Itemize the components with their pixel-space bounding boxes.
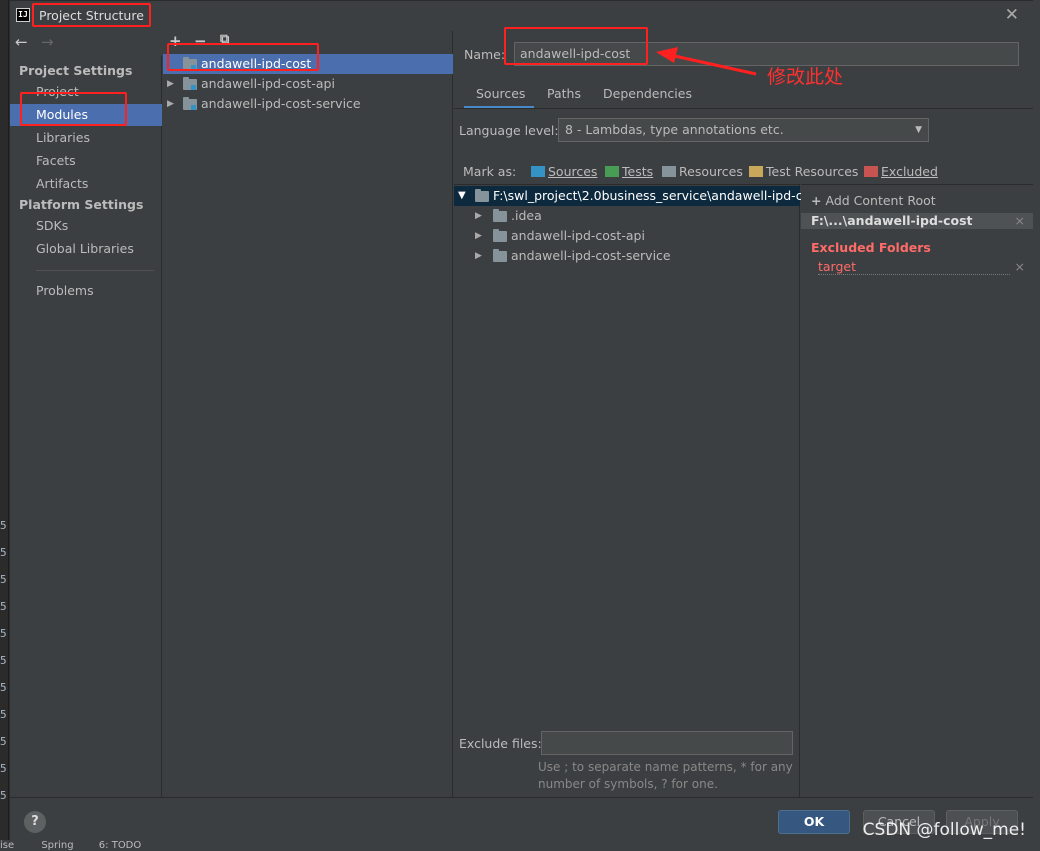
expand-arrow-icon[interactable]: ▶ — [167, 94, 174, 114]
nav-item-facets[interactable]: Facets — [10, 150, 162, 172]
folder-icon — [493, 209, 507, 222]
mark-as-label: Mark as: — [463, 164, 517, 179]
language-level-label: Language level: — [459, 123, 559, 138]
status-item-todo[interactable]: 6: TODO — [99, 840, 141, 851]
remove-excluded-icon[interactable]: × — [1015, 259, 1025, 274]
sources-folder-icon — [531, 166, 545, 177]
status-item[interactable]: ise — [0, 840, 14, 851]
intellij-app-icon: IJ — [16, 8, 30, 22]
resources-folder-icon — [662, 166, 676, 177]
nav-item-problems[interactable]: Problems — [10, 280, 162, 302]
folder-icon — [493, 229, 507, 242]
annotation-text: 修改此处 — [767, 66, 844, 88]
mark-test-resources-button[interactable]: Test Resources — [749, 164, 858, 179]
language-level-select[interactable]: 8 - Lambdas, type annotations etc. ▼ — [558, 118, 929, 142]
tab-dependencies[interactable]: Dependencies — [603, 83, 692, 109]
annotation-box-title — [32, 3, 151, 27]
collapse-arrow-icon[interactable]: ▼ — [458, 186, 466, 206]
folder-icon — [475, 189, 489, 202]
watermark: CSDN @follow_me! — [862, 820, 1026, 840]
gutter-line-number: 5 — [0, 762, 7, 775]
folder-name: andawell-ipd-cost-service — [511, 248, 671, 263]
gutter-line-number: 5 — [0, 627, 7, 640]
mark-tests-button[interactable]: Tests — [605, 164, 653, 179]
excluded-folder-item[interactable]: target — [818, 259, 1010, 275]
tab-sources[interactable]: Sources — [464, 83, 534, 109]
module-folder-icon — [183, 77, 197, 90]
platform-settings-heading: Platform Settings — [19, 197, 144, 212]
excluded-folders-heading: Excluded Folders — [811, 240, 931, 255]
expand-arrow-icon[interactable]: ▶ — [475, 206, 482, 226]
settings-nav: Project Settings Project Modules Librari… — [10, 56, 162, 797]
editor-scrollbar[interactable] — [1032, 0, 1040, 851]
excluded-folder-icon — [864, 166, 878, 177]
nav-item-libraries[interactable]: Libraries — [10, 127, 162, 149]
folder-name: .idea — [511, 208, 542, 223]
tests-folder-icon — [605, 166, 619, 177]
status-item-spring[interactable]: Spring — [41, 840, 73, 851]
nav-item-global-libraries[interactable]: Global Libraries — [10, 238, 162, 260]
project-settings-heading: Project Settings — [19, 63, 133, 78]
remove-root-icon[interactable]: × — [1015, 213, 1025, 229]
expand-arrow-icon[interactable]: ▶ — [475, 246, 482, 266]
gutter-line-number: 5 — [0, 681, 7, 694]
nav-divider — [36, 270, 154, 271]
chevron-down-icon: ▼ — [915, 125, 922, 135]
module-tree-row[interactable]: ▶ andawell-ipd-cost-api — [163, 74, 453, 94]
nav-item-artifacts[interactable]: Artifacts — [10, 173, 162, 195]
gutter-line-number: 5 — [0, 654, 7, 667]
module-folder-icon — [183, 97, 197, 110]
exclude-files-input[interactable] — [541, 731, 793, 755]
module-tree-panel: + − ⧉ andawell-ipd-cost ▶ andawell-ipd-c… — [163, 31, 453, 797]
content-root-row[interactable]: ▼ F:\swl_project\2.0business_service\and… — [454, 186, 822, 206]
folder-icon — [493, 249, 507, 262]
help-button[interactable]: ? — [24, 811, 46, 833]
gutter-line-number: 5 — [0, 708, 7, 721]
annotation-arrow-icon — [656, 47, 757, 76]
editor-gutter: 5 5 5 5 5 5 5 5 5 5 5 — [0, 0, 9, 851]
close-icon[interactable]: ✕ — [1005, 5, 1019, 25]
ok-button[interactable]: OK — [778, 810, 850, 834]
annotation-box-name — [504, 27, 648, 65]
content-tree: ▼ F:\swl_project\2.0business_service\and… — [454, 184, 822, 797]
nav-item-sdks[interactable]: SDKs — [10, 215, 162, 237]
expand-arrow-icon[interactable]: ▶ — [475, 226, 482, 246]
mark-excluded-button[interactable]: Excluded — [864, 164, 938, 179]
gutter-line-number: 5 — [0, 573, 7, 586]
mark-resources-button[interactable]: Resources — [662, 164, 743, 179]
gutter-line-number: 5 — [0, 735, 7, 748]
back-arrow-icon[interactable]: ← — [15, 33, 28, 51]
add-content-root-button[interactable]: + Add Content Root — [811, 193, 936, 208]
gutter-line-number: 5 — [0, 600, 7, 613]
content-roots-panel: + Add Content Root F:\...\andawell-ipd-co… — [801, 184, 1033, 797]
module-tree-row[interactable]: ▶ andawell-ipd-cost-service — [163, 94, 453, 114]
annotation-box-modules — [20, 92, 127, 126]
mark-sources-button[interactable]: Sources — [531, 164, 597, 179]
expand-arrow-icon[interactable]: ▶ — [167, 74, 174, 94]
tab-paths[interactable]: Paths — [547, 83, 581, 109]
module-name: andawell-ipd-cost-api — [201, 76, 335, 91]
project-structure-dialog: IJ Project Structure ✕ ← → Project Setti… — [9, 0, 1033, 841]
module-settings-panel: Name: andawell-ipd-cost Sources Paths De… — [454, 31, 1033, 797]
test-resources-folder-icon — [749, 166, 763, 177]
tab-divider — [454, 108, 1033, 109]
name-label: Name: — [464, 47, 506, 62]
gutter-line-number: 5 — [0, 789, 7, 802]
language-level-value: 8 - Lambdas, type annotations etc. — [565, 122, 784, 137]
content-root-entry[interactable]: F:\...\andawell-ipd-cost × — [801, 213, 1033, 229]
plus-icon: + — [811, 193, 822, 208]
content-root-path: F:\swl_project\2.0business_service\andaw… — [493, 188, 822, 203]
exclude-files-hint: Use ; to separate name patterns, * for a… — [538, 760, 793, 791]
annotation-box-module — [167, 43, 319, 71]
folder-name: andawell-ipd-cost-api — [511, 228, 645, 243]
forward-arrow-icon[interactable]: → — [41, 33, 54, 51]
exclude-files-label: Exclude files: — [459, 736, 542, 751]
gutter-line-number: 5 — [0, 546, 7, 559]
module-name: andawell-ipd-cost-service — [201, 96, 361, 111]
gutter-line-number: 5 — [0, 519, 7, 532]
ide-status-strip: ise Spring 6: TODO — [0, 840, 1040, 851]
